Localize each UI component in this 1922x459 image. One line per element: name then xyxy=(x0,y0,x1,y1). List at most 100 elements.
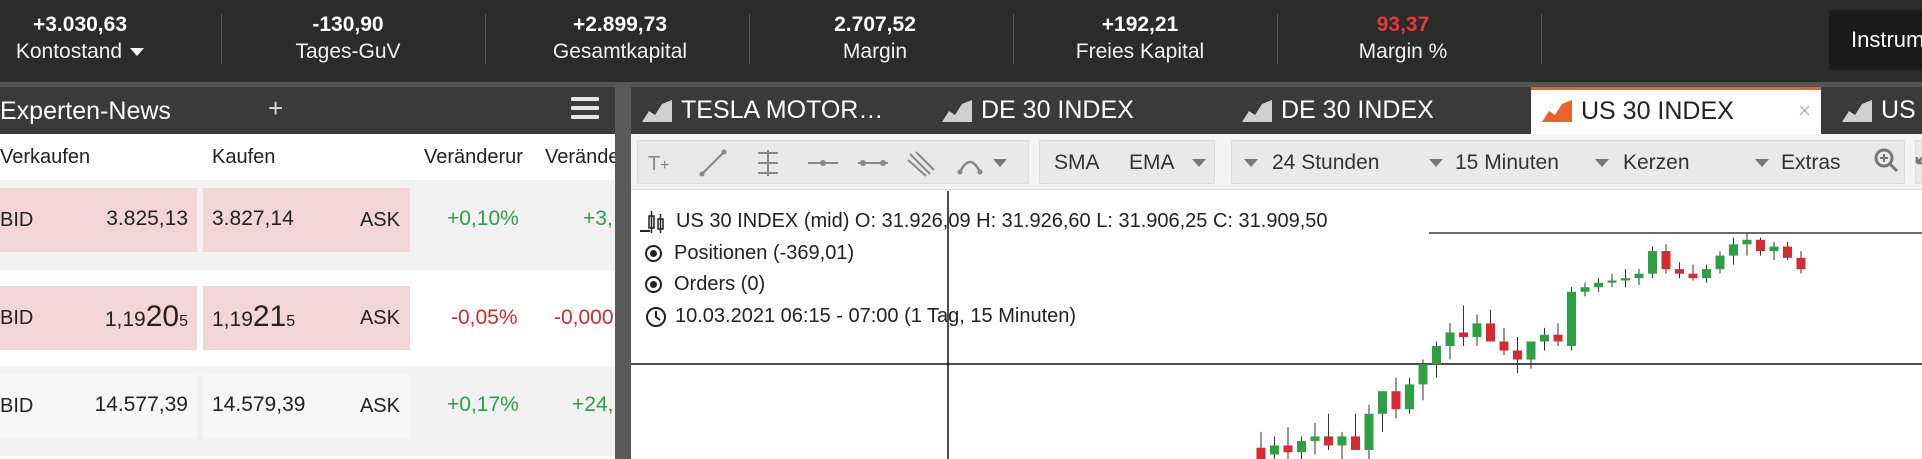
candle-body xyxy=(1513,350,1522,360)
candle-body xyxy=(1445,332,1455,346)
candle-body xyxy=(1648,251,1657,274)
ask-price: 14.579,39 xyxy=(212,393,306,416)
ask-button[interactable]: 14.579,39 ASK xyxy=(203,374,410,438)
candle-body xyxy=(1540,334,1549,342)
chart-toolbar: T + SMA EMA 24 Stunden 15 Minuten Kerzen… xyxy=(631,134,1922,190)
candle-body xyxy=(1337,436,1347,446)
svg-text:T: T xyxy=(648,153,660,175)
panel-resize-handle[interactable] xyxy=(615,87,631,459)
bid-button[interactable]: BID 3.825,13 xyxy=(0,188,197,252)
price-chart[interactable]: US 30 INDEX (mid) O: 31.926,09 H: 31.926… xyxy=(631,191,1922,459)
chevron-down-icon[interactable] xyxy=(1192,159,1206,167)
ask-label: ASK xyxy=(359,395,400,417)
stat-label: Kontostand xyxy=(15,40,123,63)
candle-body xyxy=(1459,332,1468,337)
radio-icon[interactable] xyxy=(645,245,662,263)
chart-type-select[interactable]: Kerzen xyxy=(1623,151,1690,175)
chevron-down-icon[interactable] xyxy=(1595,159,1609,167)
candle-body xyxy=(1364,413,1374,450)
extras-menu[interactable]: Extras xyxy=(1781,151,1841,175)
zoom-icon[interactable] xyxy=(1873,147,1922,177)
bid-button[interactable]: BID 1,19205 xyxy=(0,286,197,350)
column-header-change-abs[interactable]: Veränder xyxy=(545,146,615,169)
ask-label: ASK xyxy=(359,307,400,329)
positions-toggle[interactable]: Positionen (-369,01) xyxy=(645,242,854,265)
candle-body xyxy=(1634,273,1644,279)
ask-button[interactable]: 1,19215 ASK xyxy=(203,286,410,350)
ema-button[interactable]: EMA xyxy=(1129,151,1175,175)
bid-label: BID xyxy=(0,307,34,329)
ask-price: 3.827,14 xyxy=(212,207,294,230)
stat-kontostand[interactable]: +3.030,63 Kontostand xyxy=(0,12,160,66)
change-absolute: +24, xyxy=(572,393,614,416)
candle-body xyxy=(1310,436,1320,441)
time-readout: 10.03.2021 06:15 - 07:00 (1 Tag, 15 Minu… xyxy=(645,305,1076,328)
chart-tabs: TESLA MOTOR… DE 30 INDEX DE 30 INDEX US … xyxy=(631,87,1922,134)
interval-select[interactable]: 15 Minuten xyxy=(1455,151,1559,175)
candle-body xyxy=(1526,341,1536,360)
close-icon[interactable]: × xyxy=(1798,90,1811,132)
tab-us30-index[interactable]: US 30 INDEX × xyxy=(1531,87,1821,134)
chevron-down-icon[interactable] xyxy=(130,48,145,57)
divider xyxy=(485,14,486,64)
stat-value: -130,90 xyxy=(312,13,384,36)
clock-icon xyxy=(646,306,666,327)
chart-icon xyxy=(942,100,972,122)
drawing-tools: T + xyxy=(637,140,1029,184)
stat-margin-percent: 93,37 Margin % xyxy=(1323,12,1483,66)
column-header-change[interactable]: Veränderur xyxy=(424,146,534,169)
chevron-down-icon[interactable] xyxy=(1755,159,1769,167)
candle-body xyxy=(1378,391,1387,414)
stat-tages-guv: -130,90 Tages-GuV xyxy=(268,12,428,66)
candle-body xyxy=(1621,278,1630,281)
table-row: BID 1,19205 1,19215 ASK -0,05% -0,000 xyxy=(0,270,615,360)
add-tab-icon[interactable]: + xyxy=(268,93,283,124)
change-absolute: +3, xyxy=(583,207,613,230)
time-label: 10.03.2021 06:15 - 07:00 (1 Tag, 15 Minu… xyxy=(675,305,1077,327)
column-header-sell[interactable]: Verkaufen xyxy=(0,146,90,169)
tab-label: US 30 INDEX xyxy=(1581,97,1734,125)
bid-label: BID xyxy=(0,209,34,231)
orders-toggle[interactable]: Orders (0) xyxy=(645,273,765,296)
divider xyxy=(749,14,750,64)
drawing-tools-icon[interactable]: T + xyxy=(648,148,1008,178)
account-bar: +3.030,63 Kontostand -130,90 Tages-GuV +… xyxy=(0,0,1922,83)
column-header-buy[interactable]: Kaufen xyxy=(212,146,275,169)
candle-body xyxy=(1405,384,1414,410)
bid-label: BID xyxy=(0,395,34,417)
candle-body xyxy=(1283,445,1293,453)
ask-button[interactable]: 3.827,14 ASK xyxy=(203,188,410,252)
stat-margin: 2.707,52 Margin xyxy=(795,12,955,66)
candle-body xyxy=(1486,323,1495,342)
panel-title[interactable]: Experten-News xyxy=(0,97,171,126)
candle-body xyxy=(1553,334,1563,342)
instrument-button[interactable]: Instrum xyxy=(1829,10,1922,70)
stat-freies-kapital: +192,21 Freies Kapital xyxy=(1040,12,1240,66)
bid-button[interactable]: BID 14.577,39 xyxy=(0,374,197,438)
candle-body xyxy=(1499,341,1509,351)
candle-body xyxy=(1256,447,1266,459)
ohlc-readout: US 30 INDEX (mid) O: 31.926,09 H: 31.926… xyxy=(676,210,1328,232)
candle-body xyxy=(1715,255,1725,270)
candle-body xyxy=(1675,269,1684,274)
stat-gesamtkapital: +2.899,73 Gesamtkapital xyxy=(520,12,720,66)
divider xyxy=(1013,14,1014,64)
divider xyxy=(1541,14,1542,64)
chart-icon xyxy=(1242,100,1272,122)
chevron-down-icon[interactable] xyxy=(1244,159,1258,167)
candle-body xyxy=(1702,269,1711,279)
chart-icon xyxy=(1542,100,1572,122)
chevron-down-icon[interactable] xyxy=(1429,159,1443,167)
candle-body xyxy=(1742,239,1752,245)
tab-de30-index[interactable]: DE 30 INDEX xyxy=(931,87,1221,134)
tab-de30-index-2[interactable]: DE 30 INDEX xyxy=(1231,87,1521,134)
tab-us[interactable]: US xyxy=(1831,87,1922,134)
hamburger-menu-icon[interactable] xyxy=(571,97,599,123)
period-select[interactable]: 24 Stunden xyxy=(1272,151,1379,175)
sma-button[interactable]: SMA xyxy=(1054,151,1100,175)
radio-icon[interactable] xyxy=(645,276,662,294)
candle-body xyxy=(1796,257,1806,270)
tab-tesla-motor[interactable]: TESLA MOTOR… xyxy=(631,87,921,134)
bid-price: 3.825,13 xyxy=(106,207,188,230)
change-percent: +0,17% xyxy=(447,393,519,416)
